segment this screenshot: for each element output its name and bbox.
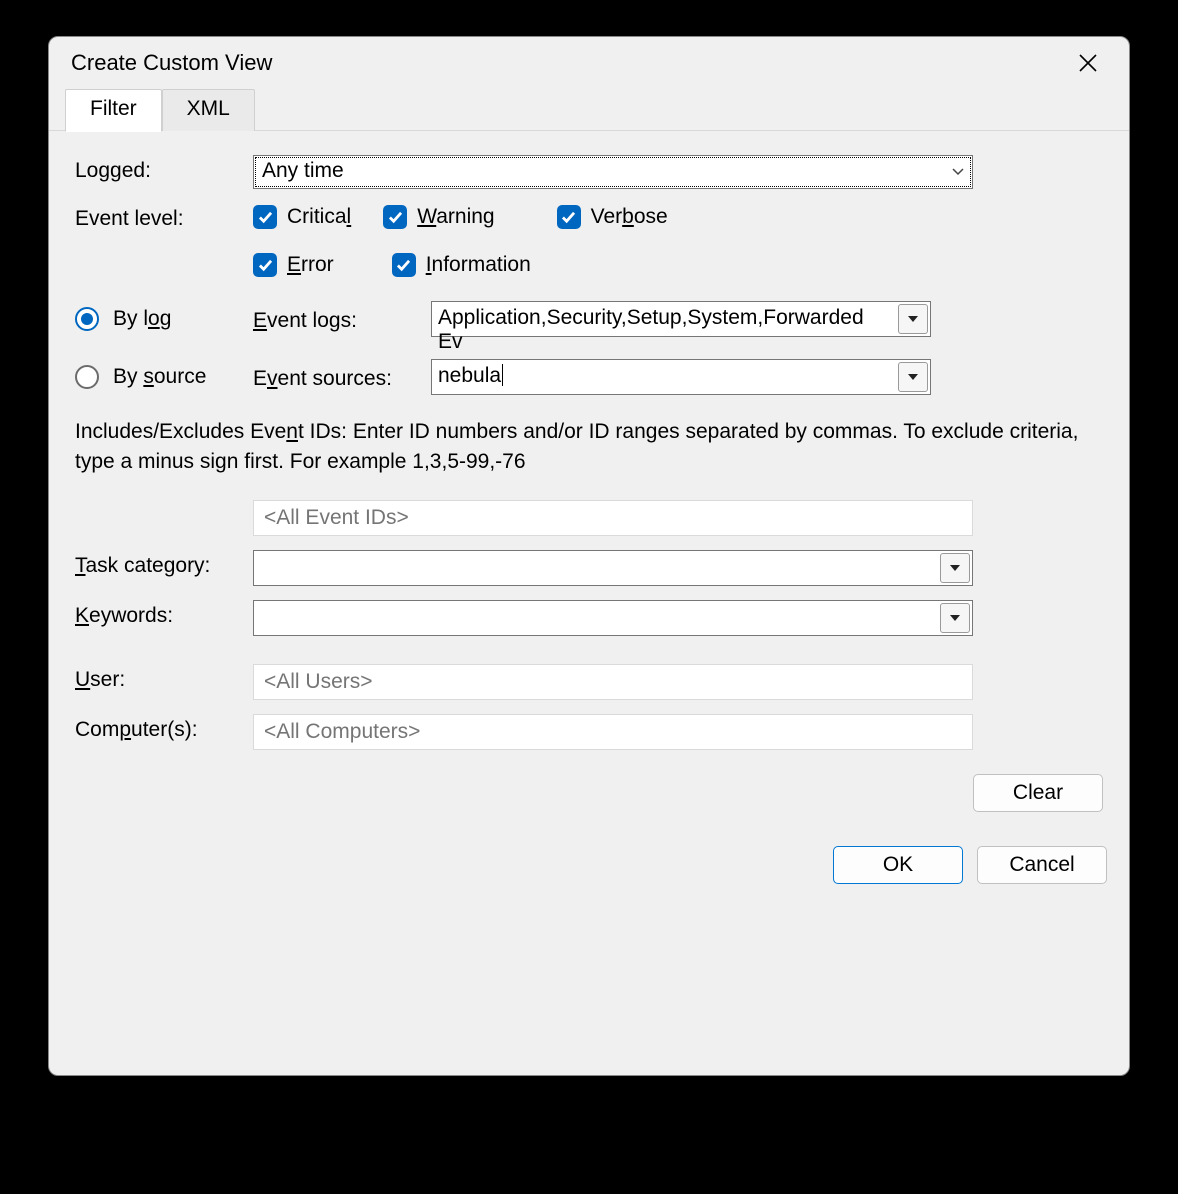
tabstrip: Filter XML <box>49 89 1129 131</box>
dropdown-arrow-icon <box>940 553 970 583</box>
event-sources-combo[interactable]: nebula <box>431 359 931 395</box>
event-sources-value: nebula <box>432 360 896 394</box>
computers-input[interactable] <box>253 714 973 750</box>
dialog-create-custom-view: Create Custom View Filter XML Logged: An… <box>48 36 1130 1076</box>
window-title: Create Custom View <box>71 50 272 76</box>
logged-label: Logged: <box>75 155 245 183</box>
radio-by-log[interactable]: By log <box>75 307 245 331</box>
clear-button[interactable]: Clear <box>973 774 1103 812</box>
radio-by-source[interactable]: By source <box>75 365 245 389</box>
dropdown-arrow-icon <box>940 603 970 633</box>
keywords-combo[interactable] <box>253 600 973 636</box>
task-category-value <box>254 551 938 585</box>
close-button[interactable] <box>1065 45 1111 81</box>
checkbox-information[interactable]: Information <box>392 253 531 277</box>
event-logs-combo[interactable]: Application,Security,Setup,System,Forwar… <box>431 301 931 337</box>
check-icon <box>392 253 416 277</box>
dropdown-arrow-icon <box>898 362 928 392</box>
checkbox-warning[interactable]: Warning <box>383 205 494 229</box>
close-icon <box>1079 54 1097 72</box>
tab-filter[interactable]: Filter <box>65 89 162 132</box>
cancel-button[interactable]: Cancel <box>977 846 1107 884</box>
filter-panel: Logged: Any time Event level: Critical W… <box>49 131 1129 832</box>
tab-xml[interactable]: XML <box>162 89 255 131</box>
event-level-checks: Critical Warning Verbose Error <box>253 203 1103 277</box>
logged-dropdown-value: Any time <box>254 156 944 188</box>
checkbox-verbose[interactable]: Verbose <box>557 205 668 229</box>
check-icon <box>253 253 277 277</box>
dropdown-arrow-icon <box>898 304 928 334</box>
chevron-down-icon <box>944 156 972 188</box>
titlebar: Create Custom View <box>49 37 1129 89</box>
event-ids-input[interactable] <box>253 500 973 536</box>
task-category-combo[interactable] <box>253 550 973 586</box>
ok-button[interactable]: OK <box>833 846 963 884</box>
user-input[interactable] <box>253 664 973 700</box>
keywords-value <box>254 601 938 635</box>
event-ids-hint: Includes/Excludes Event IDs: Enter ID nu… <box>75 417 1103 478</box>
dialog-footer: OK Cancel <box>49 832 1129 904</box>
checkbox-critical[interactable]: Critical <box>253 205 351 229</box>
check-icon <box>383 205 407 229</box>
check-icon <box>253 205 277 229</box>
checkbox-error[interactable]: Error <box>253 253 334 277</box>
event-level-label: Event level: <box>75 203 245 231</box>
check-icon <box>557 205 581 229</box>
logged-dropdown[interactable]: Any time <box>253 155 973 189</box>
event-logs-value: Application,Security,Setup,System,Forwar… <box>432 302 896 336</box>
